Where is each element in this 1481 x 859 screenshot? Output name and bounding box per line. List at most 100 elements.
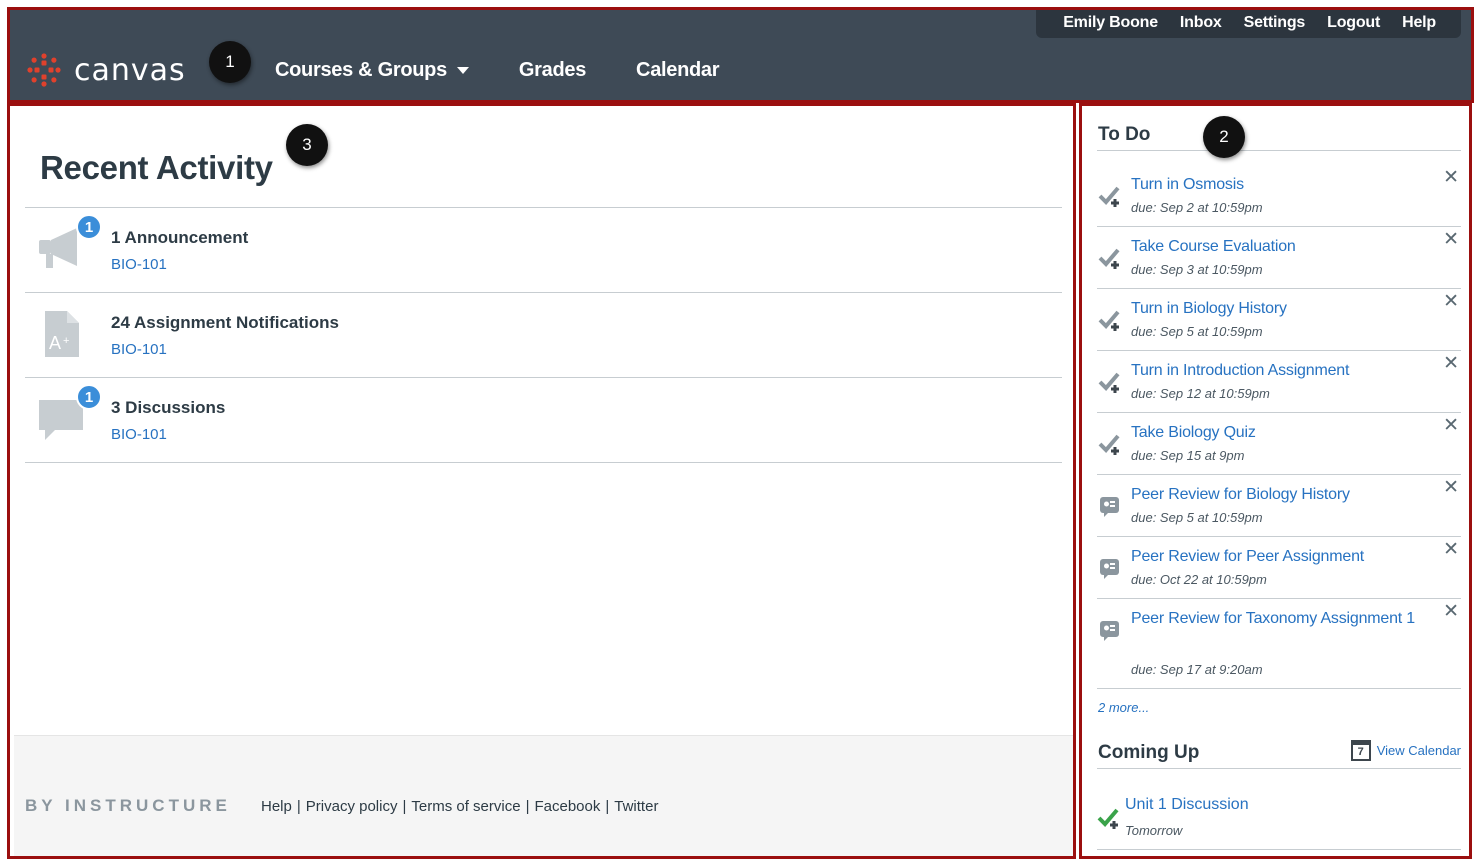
footer-divider: |: [296, 798, 301, 815]
canvas-wordmark: canvas: [74, 52, 186, 88]
todo-list: Turn in Osmosis due: Sep 2 at 10:59pm ✕ Tak…: [1097, 165, 1461, 689]
activity-row-announcements[interactable]: 1 1 Announcement BIO-101: [25, 208, 1062, 293]
callout-3: 3: [286, 124, 328, 166]
instructure-logo[interactable]: BY INSTRUCTURE: [25, 796, 231, 816]
activity-course-link[interactable]: BIO-101: [111, 426, 167, 443]
nav-calendar[interactable]: Calendar: [636, 59, 719, 82]
todo-item[interactable]: Turn in Osmosis due: Sep 2 at 10:59pm ✕: [1097, 165, 1461, 227]
todo-item-title[interactable]: Peer Review for Biology History: [1131, 481, 1436, 509]
user-name-link[interactable]: Emily Boone: [1063, 14, 1158, 32]
todo-item-title[interactable]: Peer Review for Peer Assignment: [1131, 543, 1436, 571]
activity-course-link[interactable]: BIO-101: [111, 341, 167, 358]
todo-item-title[interactable]: Turn in Biology History: [1131, 295, 1436, 323]
check-plus-icon: [1098, 248, 1120, 269]
check-plus-icon: [1098, 310, 1120, 331]
canvas-logo-icon: [27, 53, 61, 87]
inbox-link[interactable]: Inbox: [1180, 14, 1222, 32]
divider: [1097, 768, 1461, 769]
activity-row-discussions[interactable]: 1 3 Discussions BIO-101: [25, 378, 1062, 463]
activity-title[interactable]: 24 Assignment Notifications: [111, 313, 339, 333]
footer-divider: |: [525, 798, 530, 815]
activity-row-assignments[interactable]: A + 24 Assignment Notifications BIO-101: [25, 293, 1062, 378]
close-icon[interactable]: ✕: [1443, 290, 1459, 313]
todo-item-due: due: Sep 2 at 10:59pm: [1131, 200, 1263, 215]
nav-courses-groups-label: Courses & Groups: [275, 59, 447, 81]
check-plus-green-icon: [1097, 808, 1119, 829]
close-icon[interactable]: ✕: [1443, 600, 1459, 623]
todo-item[interactable]: Peer Review for Taxonomy Assignment 1 due…: [1097, 599, 1461, 689]
footer-link-privacy[interactable]: Privacy policy: [306, 798, 398, 815]
check-plus-icon: [1098, 372, 1120, 393]
view-calendar-label: View Calendar: [1376, 743, 1461, 758]
svg-text:A: A: [49, 333, 61, 353]
close-icon[interactable]: ✕: [1443, 166, 1459, 189]
todo-item-due: due: Sep 5 at 10:59pm: [1131, 510, 1263, 525]
todo-heading: To Do: [1098, 124, 1151, 145]
main-content: Recent Activity 1 1 Announcement BIO-101…: [14, 109, 1073, 857]
chevron-down-icon: [456, 67, 469, 74]
coming-up-heading: Coming Up: [1098, 742, 1200, 763]
sidebar-splitter[interactable]: [1077, 102, 1082, 857]
close-icon[interactable]: ✕: [1443, 538, 1459, 561]
todo-item-due: due: Sep 12 at 10:59pm: [1131, 386, 1270, 401]
settings-link[interactable]: Settings: [1244, 14, 1306, 32]
close-icon[interactable]: ✕: [1443, 414, 1459, 437]
footer-link-terms[interactable]: Terms of service: [411, 798, 520, 815]
assignment-icon: A +: [45, 311, 79, 357]
main-nav: Courses & Groups Grades Calendar: [275, 59, 769, 82]
todo-item-due: due: Sep 17 at 9:20am: [1131, 662, 1263, 677]
peer-review-icon: [1100, 621, 1119, 641]
close-icon[interactable]: ✕: [1443, 352, 1459, 375]
view-calendar-link[interactable]: 7 View Calendar: [1350, 740, 1461, 761]
divider: [1097, 150, 1461, 151]
footer-divider: |: [402, 798, 407, 815]
todo-item-due: due: Sep 5 at 10:59pm: [1131, 324, 1263, 339]
close-icon[interactable]: ✕: [1443, 228, 1459, 251]
todo-item[interactable]: Turn in Biology History due: Sep 5 at 10:…: [1097, 289, 1461, 351]
todo-item-due: due: Sep 15 at 9pm: [1131, 448, 1245, 463]
peer-review-icon: [1100, 559, 1119, 579]
todo-item-due: due: Oct 22 at 10:59pm: [1131, 572, 1267, 587]
check-plus-icon: [1098, 434, 1120, 455]
logout-link[interactable]: Logout: [1327, 14, 1380, 32]
footer-links: Help | Privacy policy | Terms of service…: [261, 798, 658, 815]
footer-link-help[interactable]: Help: [261, 798, 292, 815]
todo-item[interactable]: Peer Review for Peer Assignment due: Oct …: [1097, 537, 1461, 599]
activity-unread-badge: 1: [76, 214, 102, 240]
canvas-logo[interactable]: canvas: [26, 52, 186, 88]
nav-grades[interactable]: Grades: [519, 59, 586, 82]
todo-item[interactable]: Take Biology Quiz due: Sep 15 at 9pm ✕: [1097, 413, 1461, 475]
check-plus-icon: [1098, 186, 1120, 207]
coming-up-item[interactable]: Unit 1 Discussion Tomorrow: [1097, 786, 1461, 850]
todo-item-title[interactable]: Turn in Osmosis: [1131, 171, 1436, 199]
todo-item[interactable]: Peer Review for Biology History due: Sep …: [1097, 475, 1461, 537]
peer-review-icon: [1100, 497, 1119, 517]
todo-item-due: due: Sep 3 at 10:59pm: [1131, 262, 1263, 277]
todo-item-title[interactable]: Turn in Introduction Assignment: [1131, 357, 1436, 385]
todo-more-link[interactable]: 2 more...: [1098, 700, 1149, 715]
activity-title[interactable]: 3 Discussions: [111, 398, 225, 418]
page-footer: BY INSTRUCTURE Help | Privacy policy | T…: [14, 735, 1073, 857]
footer-link-facebook[interactable]: Facebook: [534, 798, 600, 815]
callout-2: 2: [1203, 116, 1245, 158]
close-icon[interactable]: ✕: [1443, 476, 1459, 499]
todo-item[interactable]: Turn in Introduction Assignment due: Sep …: [1097, 351, 1461, 413]
todo-item[interactable]: Take Course Evaluation due: Sep 3 at 10:5…: [1097, 227, 1461, 289]
footer-link-twitter[interactable]: Twitter: [614, 798, 658, 815]
coming-up-title[interactable]: Unit 1 Discussion: [1125, 796, 1249, 814]
footer-divider: |: [605, 798, 610, 815]
page-title: Recent Activity: [40, 149, 273, 186]
callout-1: 1: [209, 41, 251, 83]
svg-text:+: +: [63, 335, 69, 347]
recent-activity-list: 1 1 Announcement BIO-101 A + 24 Assignme…: [25, 207, 1062, 463]
activity-title[interactable]: 1 Announcement: [111, 228, 248, 248]
activity-course-link[interactable]: BIO-101: [111, 256, 167, 273]
calendar-icon: 7: [1350, 740, 1371, 761]
todo-item-title[interactable]: Take Biology Quiz: [1131, 419, 1436, 447]
activity-unread-badge: 1: [76, 384, 102, 410]
todo-item-title[interactable]: Peer Review for Taxonomy Assignment 1: [1131, 605, 1436, 633]
nav-courses-groups[interactable]: Courses & Groups: [275, 59, 469, 82]
right-sidebar: To Do Turn in Osmosis due: Sep 2 at 10:59…: [1085, 109, 1468, 857]
todo-item-title[interactable]: Take Course Evaluation: [1131, 233, 1436, 261]
help-link[interactable]: Help: [1402, 14, 1436, 32]
